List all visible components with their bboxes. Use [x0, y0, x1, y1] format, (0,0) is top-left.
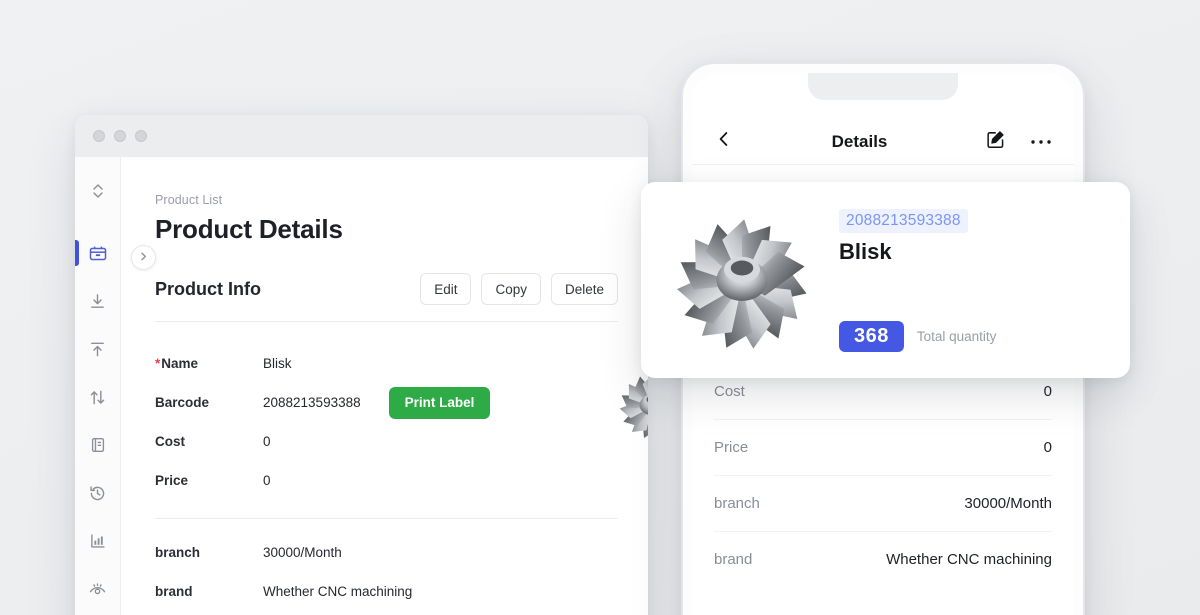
phone-notch — [808, 73, 958, 100]
phone-field-row-branch: branch 30000/Month — [714, 475, 1052, 531]
field-value-brand: Whether CNC machining — [263, 584, 413, 599]
field-row-barcode: Barcode 2088213593388 Print Label — [155, 383, 618, 422]
field-row-name: *Name Blisk — [155, 344, 618, 383]
product-attribute-fields: branch 30000/Month brand Whether CNC mac… — [155, 519, 618, 611]
screenshot-stage: Product List Product Details Product Inf… — [0, 0, 1200, 615]
minimize-traffic-light-icon[interactable] — [114, 130, 126, 142]
total-quantity-badge: 368 — [839, 321, 904, 352]
phone-field-row-brand: brand Whether CNC machining — [714, 531, 1052, 587]
phone-field-value-branch: 30000/Month — [964, 495, 1052, 512]
field-row-cost: Cost 0 — [155, 422, 618, 461]
field-value-cost: 0 — [263, 434, 271, 449]
phone-field-label-cost: Cost — [714, 382, 745, 400]
card-product-image[interactable] — [667, 194, 817, 366]
phone-field-value-price: 0 — [1043, 439, 1052, 456]
field-row-brand: brand Whether CNC machining — [155, 572, 618, 611]
section-title: Product Info — [155, 278, 261, 299]
sidebar-collapse-toggle[interactable] — [131, 245, 156, 270]
field-row-branch: branch 30000/Month — [155, 533, 618, 572]
window-main-content: Product List Product Details Product Inf… — [121, 157, 648, 615]
card-product-name: Blisk — [839, 239, 892, 264]
field-value-barcode: 2088213593388 — [263, 395, 361, 410]
sidebar-item-reports[interactable] — [75, 521, 120, 561]
field-value-price: 0 — [263, 473, 271, 488]
field-label-cost: Cost — [155, 434, 185, 449]
maximize-traffic-light-icon[interactable] — [135, 130, 147, 142]
field-value-branch: 30000/Month — [263, 545, 342, 560]
phone-more-button[interactable] — [1030, 133, 1052, 151]
sidebar-item-documents[interactable] — [75, 425, 120, 465]
breadcrumb[interactable]: Product List — [155, 193, 618, 207]
phone-field-row-price: Price 0 — [714, 419, 1052, 475]
card-info: 2088213593388 Blisk 368 Total quantity — [817, 194, 1112, 366]
bar-chart-icon — [89, 532, 107, 550]
edit-square-pencil-icon — [985, 129, 1006, 155]
product-info-fields: *Name Blisk Barcode 2088213593388 Print … — [155, 322, 618, 611]
sidebar-item-monitor[interactable] — [75, 569, 120, 609]
phone-field-list: Cost 0 Price 0 branch 30000/Month brand … — [692, 363, 1074, 587]
sidebar-item-transfer[interactable] — [75, 377, 120, 417]
blisk-turbine-icon — [619, 374, 648, 439]
product-thumbnail-image[interactable] — [613, 366, 648, 444]
phone-navbar: Details — [692, 119, 1074, 165]
sidebar-item-inbound[interactable] — [75, 281, 120, 321]
history-icon — [88, 484, 107, 503]
field-row-price: Price 0 — [155, 461, 618, 500]
sidebar-item-outbound[interactable] — [75, 329, 120, 369]
field-value-name: Blisk — [263, 356, 292, 371]
phone-back-button[interactable] — [714, 129, 734, 154]
field-label-brand: brand — [155, 584, 193, 599]
phone-field-label-brand: brand — [714, 551, 753, 568]
field-label-price: Price — [155, 473, 189, 488]
blisk-turbine-icon — [677, 219, 807, 349]
sidebar-item-products[interactable] — [75, 233, 120, 273]
box-icon — [88, 243, 108, 263]
delete-button[interactable]: Delete — [550, 273, 618, 305]
field-label-barcode: Barcode — [155, 395, 210, 410]
sidebar — [75, 157, 156, 615]
field-label-branch: branch — [155, 545, 201, 560]
chevron-up-down-icon — [90, 181, 106, 201]
phone-field-label-branch: branch — [714, 495, 760, 512]
page-title: Product Details — [155, 214, 343, 244]
card-quantity-row: 368 Total quantity — [839, 321, 996, 352]
window-titlebar[interactable] — [75, 115, 648, 157]
chevron-right-icon — [138, 249, 149, 267]
active-indicator — [75, 240, 79, 266]
edit-button[interactable]: Edit — [420, 273, 472, 305]
phone-field-label-price: Price — [714, 439, 749, 456]
window-body: Product List Product Details Product Inf… — [75, 157, 648, 615]
phone-edit-button[interactable] — [985, 129, 1006, 155]
close-traffic-light-icon[interactable] — [93, 130, 105, 142]
desktop-window: Product List Product Details Product Inf… — [75, 115, 648, 615]
phone-field-value-cost: 0 — [1043, 382, 1052, 400]
phone-page-title: Details — [831, 131, 888, 151]
transfer-icon — [88, 388, 107, 407]
more-dots-icon — [1030, 133, 1052, 151]
floating-product-card: 2088213593388 Blisk 368 Total quantity — [641, 182, 1130, 378]
copy-button[interactable]: Copy — [481, 273, 541, 305]
phone-field-value-brand: Whether CNC machining — [886, 551, 1052, 568]
eye-icon — [88, 580, 107, 599]
sidebar-item-history[interactable] — [75, 473, 120, 513]
card-barcode-chip[interactable]: 2088213593388 — [839, 209, 968, 233]
download-icon — [88, 292, 107, 311]
section-actions: Edit Copy Delete — [420, 273, 618, 305]
chevron-left-icon — [714, 129, 734, 154]
upload-icon — [88, 340, 107, 359]
required-marker-icon: * — [155, 356, 161, 371]
total-quantity-label: Total quantity — [916, 329, 997, 344]
field-label-name: *Name — [155, 356, 199, 371]
document-icon — [89, 436, 107, 454]
section-header: Product Info Edit Copy Delete — [155, 273, 618, 322]
sidebar-item-sort-toggle[interactable] — [75, 171, 120, 211]
print-label-button[interactable]: Print Label — [388, 386, 491, 419]
